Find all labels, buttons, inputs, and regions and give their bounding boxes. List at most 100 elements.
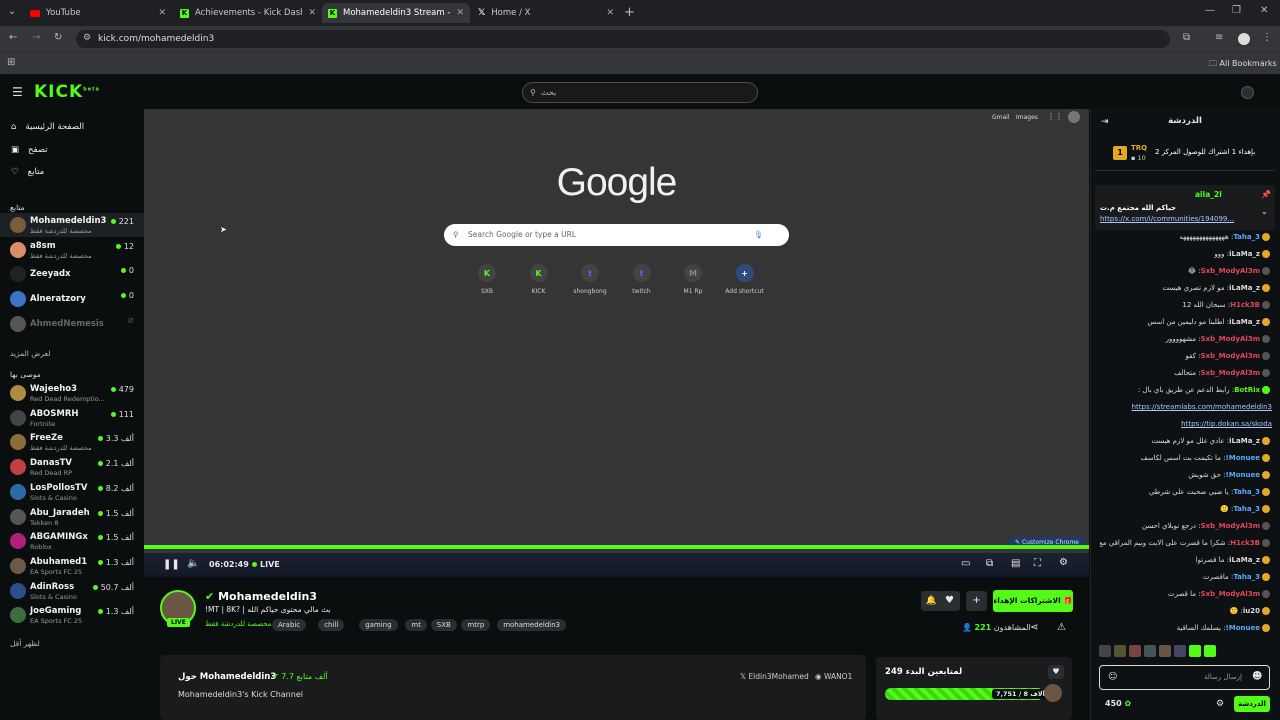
reload-icon[interactable]: ↻ xyxy=(54,32,62,43)
chat-input[interactable]: ☺ إرسال رسالة ☻ xyxy=(1099,665,1270,690)
settings-icon[interactable]: ⚙ xyxy=(1059,557,1068,568)
channel-row[interactable]: Abuhamed1 EA Sports FC 25 1.3 ألف xyxy=(0,554,144,578)
show-more-link[interactable]: لعرض المزيد xyxy=(10,349,50,358)
social-discord[interactable]: ◉ WANO1 xyxy=(815,672,852,681)
profile-avatar[interactable] xyxy=(1238,33,1250,45)
search-input[interactable]: ⚲ بحث xyxy=(522,82,758,103)
tab-kick-stream[interactable]: K Mohamedeldin3 Stream - Wat... ✕ xyxy=(322,3,470,23)
close-icon[interactable]: ✕ xyxy=(158,8,166,18)
back-icon[interactable]: ← xyxy=(9,32,17,43)
window-close-icon[interactable]: ✕ xyxy=(1260,5,1268,16)
chat-username[interactable]: Sxb_ModyAl3m xyxy=(1201,369,1260,377)
chat-username[interactable]: BotRix xyxy=(1234,386,1260,394)
channel-row[interactable]: Zeeyadx 0 xyxy=(0,262,144,286)
channel-name[interactable]: ✔ Mohamedeldin3 xyxy=(205,590,317,603)
chat-username[interactable]: iLaMa_z xyxy=(1229,250,1260,258)
minimize-icon[interactable]: — xyxy=(1205,5,1215,16)
gift-subs-button[interactable]: الاشتراكات الإهداء 🎁 xyxy=(993,590,1073,612)
close-icon[interactable]: ✕ xyxy=(456,8,464,18)
chat-username[interactable]: iLaMa_z xyxy=(1229,318,1260,326)
site-info-icon[interactable]: ⚙ xyxy=(83,33,91,43)
chat-username[interactable]: Taha_3 xyxy=(1233,233,1260,241)
apps-icon[interactable]: ⊞ xyxy=(7,57,15,68)
channel-row[interactable]: Mohamedeldin3 مخصصة للدردشة فقط 221 xyxy=(0,213,144,237)
channel-row[interactable]: Wajeeho3 Red Dead Redemptio... 479 xyxy=(0,381,144,405)
fullscreen-icon[interactable]: ⛶ xyxy=(1034,558,1041,569)
extensions-icon[interactable]: ⧉ xyxy=(1183,32,1190,43)
chat-link[interactable]: https://streamlabs.com/mohamedeldin3 xyxy=(1132,403,1272,411)
close-icon[interactable]: ✕ xyxy=(606,8,614,18)
chat-username[interactable]: iLaMa_z xyxy=(1229,437,1260,445)
chat-username[interactable]: Monuee! xyxy=(1226,624,1260,632)
channel-row[interactable]: FreeZe مخصصة للدردشة فقط 3.3 ألف xyxy=(0,430,144,454)
media-icon[interactable]: ≡ xyxy=(1215,32,1223,43)
chat-username[interactable]: H1ck3B xyxy=(1230,301,1260,309)
tab-x-home[interactable]: 𝕏 Home / X ✕ xyxy=(472,3,620,23)
chat-username[interactable]: Monuee! xyxy=(1226,454,1260,462)
new-tab-icon[interactable]: + xyxy=(624,5,635,20)
nav-browse[interactable]: ▣ تصفح xyxy=(11,145,48,155)
channel-row[interactable]: ABOSMRH Fortnite 111 xyxy=(0,406,144,430)
url-field[interactable]: kick.com/mohamedeldin3 xyxy=(76,30,1170,48)
chat-username[interactable]: Taha_3 xyxy=(1233,488,1260,496)
add-icon[interactable]: + xyxy=(966,591,987,611)
channel-row[interactable]: AdinRoss Slots & Casino 50.7 ألف xyxy=(0,579,144,603)
chat-username[interactable]: H1ck3B xyxy=(1230,539,1260,547)
video-player[interactable]: Gmail Images ⋮⋮ Google ⚲ Search Google o… xyxy=(144,109,1089,577)
kick-logo[interactable]: KICKbeta xyxy=(34,82,100,102)
all-bookmarks[interactable]: 🗀 All Bookmarks xyxy=(1209,58,1277,72)
user-avatar[interactable] xyxy=(1241,86,1254,99)
chat-username[interactable]: Sxb_ModyAl3m xyxy=(1201,335,1260,343)
player-progress-bar[interactable] xyxy=(144,545,1089,549)
social-x[interactable]: 𝕏 Eldin3Mohamed xyxy=(740,672,809,681)
heart-icon[interactable]: ♥ xyxy=(1048,665,1064,679)
chat-username[interactable]: Sxb_ModyAl3m xyxy=(1201,590,1260,598)
channel-row[interactable]: AhmedNemesis ⊘ xyxy=(0,312,144,336)
forward-icon[interactable]: → xyxy=(32,32,40,43)
tab-kick-dashboard[interactable]: K Achievements - Kick Dashboard ✕ xyxy=(174,3,322,23)
tab-youtube[interactable]: YouTube ✕ xyxy=(24,3,172,23)
pause-icon[interactable]: ❚❚ xyxy=(163,559,180,570)
pinned-link[interactable]: https://x.com/i/communities/194099... xyxy=(1100,215,1250,223)
chat-username[interactable]: Taha_3 xyxy=(1233,573,1260,581)
tag-chip[interactable]: gaming xyxy=(359,619,398,631)
tag-chip[interactable]: chill xyxy=(318,619,345,631)
channel-row[interactable]: Abu_Jaradeh Tekken 8 1.5 ألف xyxy=(0,505,144,529)
show-less-link[interactable]: لظهر أقل xyxy=(10,639,40,648)
chat-username[interactable]: iLaMa_z xyxy=(1229,556,1260,564)
tab-search-icon[interactable]: ⌄ xyxy=(8,6,16,17)
channel-points[interactable]: 450 ✿ xyxy=(1105,699,1131,708)
chat-username[interactable]: Taha_3 xyxy=(1233,505,1260,513)
chevron-down-icon[interactable]: ⌄ xyxy=(1261,207,1268,216)
channel-row[interactable]: LosPollosTV Slots & Casino 8.2 ألف xyxy=(0,480,144,504)
chat-username[interactable]: Sxb_ModyAl3m xyxy=(1201,267,1260,275)
tag-chip[interactable]: mtrp xyxy=(461,619,491,631)
nav-home[interactable]: ⌂ الصفحة الرئيسية xyxy=(11,122,84,132)
tag-chip[interactable]: SXB xyxy=(430,619,457,631)
follow-heart-button[interactable]: ♥ xyxy=(939,591,960,611)
hamburger-icon[interactable]: ☰ xyxy=(12,85,23,99)
channel-row[interactable]: Alneratzory 0 xyxy=(0,287,144,311)
pip-icon[interactable]: ⧉ xyxy=(986,558,993,569)
channel-row[interactable]: a8sm مخصصة للدردشة فقط 12 xyxy=(0,238,144,262)
close-icon[interactable]: ✕ xyxy=(308,8,316,18)
send-chat-button[interactable]: الدردشة xyxy=(1234,696,1270,712)
chat-username[interactable]: Sxb_ModyAl3m xyxy=(1201,352,1260,360)
chat-username[interactable]: Monuee! xyxy=(1226,471,1260,479)
clip-icon[interactable]: ▤ xyxy=(1011,558,1020,569)
restore-icon[interactable]: ❐ xyxy=(1232,5,1241,16)
chat-link[interactable]: https://tip.dokan.sa/skoda xyxy=(1181,420,1272,428)
channel-row[interactable]: JoeGaming EA Sports FC 25 1.3 ألف xyxy=(0,603,144,627)
share-icon[interactable]: ⋖ xyxy=(1030,622,1038,633)
nav-following[interactable]: ♡ متابع xyxy=(11,167,44,177)
channel-row[interactable]: DanasTV Red Dead RP 2.1 ألف xyxy=(0,455,144,479)
tag-chip[interactable]: mt xyxy=(405,619,427,631)
channel-row[interactable]: ABGAMINGx Roblox 1.5 ألف xyxy=(0,529,144,553)
chat-username[interactable]: iu20 xyxy=(1243,607,1260,615)
tag-chip[interactable]: mohamedeldin3 xyxy=(497,619,567,631)
volume-icon[interactable]: 🔈 xyxy=(187,558,199,569)
chat-username[interactable]: Sxb_ModyAl3m xyxy=(1201,522,1260,530)
menu-icon[interactable]: ⋮ xyxy=(1262,32,1272,43)
tag-chip[interactable]: Arabic xyxy=(272,619,307,631)
chat-settings-icon[interactable]: ⚙ xyxy=(1216,699,1224,709)
